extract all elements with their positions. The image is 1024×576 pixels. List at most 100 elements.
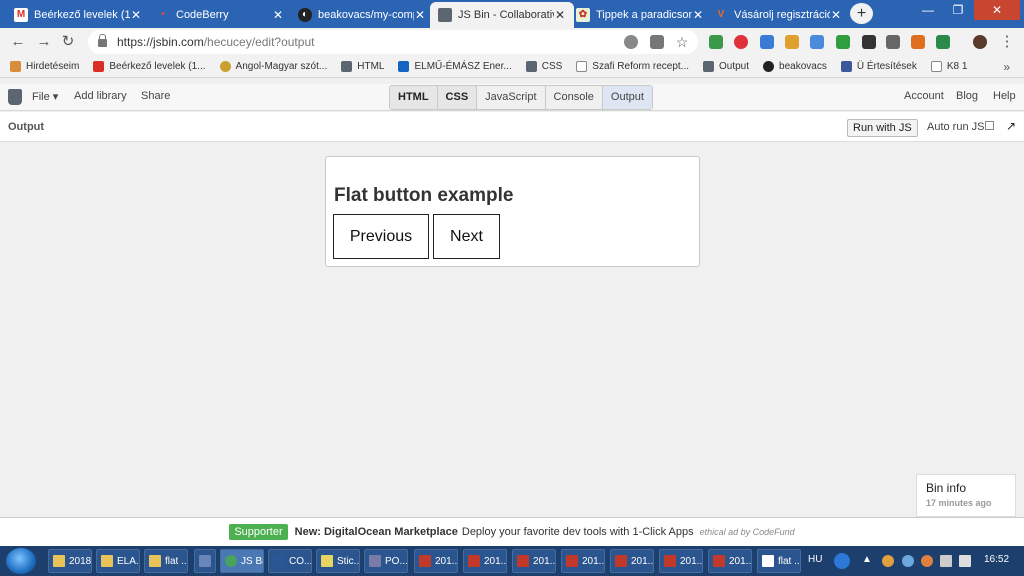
taskbar-item[interactable]: JS Bi...	[220, 549, 264, 573]
extension-icon[interactable]	[911, 35, 925, 49]
supporter-badge[interactable]: Supporter	[229, 524, 288, 540]
pdf-icon	[419, 555, 431, 567]
extension-icon[interactable]	[936, 35, 950, 49]
bookmark-item[interactable]: CSS	[525, 61, 562, 72]
ad-title[interactable]: New: DigitalOcean Marketplace	[295, 526, 458, 538]
back-arrow-icon[interactable]: ←	[8, 32, 28, 52]
tab-jsbin[interactable]: JS Bin - Collaborative ✕	[430, 2, 574, 28]
cookie-icon[interactable]	[624, 35, 638, 49]
clock[interactable]: 16:52	[984, 554, 1009, 565]
taskbar-item[interactable]: 201...	[659, 549, 703, 573]
taskbar-item[interactable]: ELA...	[96, 549, 140, 573]
bookmark-item[interactable]: Beérkező levelek (1...	[93, 61, 206, 72]
github-icon	[763, 61, 775, 72]
network-icon[interactable]	[959, 555, 971, 567]
tab-vasarolj[interactable]: V Vásárolj regisztráció ✕	[706, 2, 850, 28]
bookmark-item[interactable]: ELMŰ-ÉMÁSZ Ener...	[398, 61, 512, 72]
bookmark-item[interactable]: Ü Értesítések	[840, 61, 917, 72]
close-icon[interactable]: ✕	[130, 8, 142, 22]
close-icon[interactable]: ✕	[414, 8, 426, 22]
extension-icon[interactable]	[760, 35, 774, 49]
folder-icon	[149, 555, 161, 567]
file-menu[interactable]: File ▾	[32, 90, 58, 103]
taskbar-item[interactable]: 201...	[463, 549, 507, 573]
forward-arrow-icon[interactable]: →	[34, 32, 54, 52]
start-button[interactable]	[6, 548, 36, 574]
ad-source[interactable]: ethical ad by CodeFund	[700, 527, 795, 537]
panel-output-toggle[interactable]: Output	[602, 86, 652, 109]
tab-github[interactable]: ◐ beakovacs/my-comp ✕	[290, 2, 434, 28]
taskbar-item[interactable]: 2018	[48, 549, 92, 573]
extension-icon[interactable]	[709, 35, 723, 49]
bookmark-star-icon[interactable]: ☆	[672, 32, 692, 52]
previous-button[interactable]: Previous	[333, 214, 429, 259]
close-icon[interactable]: ✕	[830, 8, 842, 22]
blog-link[interactable]: Blog	[956, 90, 978, 102]
tab-paradicsom[interactable]: ✿ Tippek a paradicsom ✕	[568, 2, 712, 28]
help-link[interactable]: Help	[993, 90, 1016, 102]
volume-icon[interactable]	[940, 555, 952, 567]
bookmarks-overflow-button[interactable]: »	[1003, 60, 1010, 74]
add-library-menu[interactable]: Add library	[74, 90, 127, 102]
bookmark-item[interactable]: Angol-Magyar szót...	[219, 61, 327, 72]
profile-avatar[interactable]	[973, 35, 987, 49]
address-bar[interactable]: https://jsbin.com/hecucey/edit?output	[88, 30, 698, 54]
panel-css-toggle[interactable]: CSS	[437, 86, 478, 109]
tab-gmail[interactable]: M Beérkező levelek (12 ✕	[6, 2, 150, 28]
home-icon[interactable]	[785, 35, 799, 49]
bookmark-item[interactable]: Output	[703, 61, 749, 72]
help-icon[interactable]	[834, 553, 850, 569]
account-link[interactable]: Account	[904, 90, 944, 102]
taskbar-item[interactable]	[194, 549, 216, 573]
taskbar-item[interactable]: 201...	[610, 549, 654, 573]
bookmark-item[interactable]: K8 1	[930, 61, 967, 72]
bin-info-panel[interactable]: Bin info 17 minutes ago	[916, 474, 1016, 517]
tray-icon[interactable]	[902, 555, 914, 567]
close-icon[interactable]: ✕	[554, 8, 566, 22]
popout-arrow-icon[interactable]: ↗	[1006, 119, 1016, 133]
extension-icon[interactable]	[734, 35, 748, 49]
share-menu[interactable]: Share	[141, 90, 170, 102]
maximize-button[interactable]: ❐	[944, 0, 972, 20]
minimize-button[interactable]: —	[914, 0, 942, 20]
extension-icon[interactable]	[862, 35, 876, 49]
ad-text[interactable]: Deploy your favorite dev tools with 1-Cl…	[462, 526, 694, 538]
panel-html-toggle[interactable]: HTML	[390, 86, 438, 109]
taskbar-item[interactable]: 201...	[561, 549, 605, 573]
taskbar-item[interactable]: 201...	[414, 549, 458, 573]
jsbin-logo-icon[interactable]	[8, 89, 22, 105]
bookmark-item[interactable]: Hirdetéseim	[10, 61, 79, 72]
panel-javascript-toggle[interactable]: JavaScript	[477, 86, 546, 109]
window-close-button[interactable]: ✕	[974, 0, 1020, 20]
run-with-js-button[interactable]: Run with JS	[847, 119, 918, 137]
menu-dots-icon[interactable]: ⋮	[997, 32, 1017, 52]
close-icon[interactable]: ✕	[272, 8, 284, 22]
taskbar-item[interactable]: Stic...	[316, 549, 360, 573]
taskbar-item[interactable]: PO...	[364, 549, 408, 573]
taskbar-item[interactable]: flat ...	[144, 549, 188, 573]
language-indicator[interactable]: HU	[808, 554, 822, 565]
tab-codeberry[interactable]: • CodeBerry ✕	[148, 2, 292, 28]
tray-icon[interactable]	[921, 555, 933, 567]
taskbar-item[interactable]: flat ...	[757, 549, 801, 573]
taskbar-item[interactable]: CO...	[268, 549, 312, 573]
new-tab-button[interactable]: +	[850, 3, 873, 24]
taskbar-item-label: flat ...	[778, 555, 801, 567]
extension-icon[interactable]	[810, 35, 824, 49]
translate-icon[interactable]	[650, 35, 664, 49]
next-button[interactable]: Next	[433, 214, 500, 259]
extension-icon[interactable]	[886, 35, 900, 49]
bookmark-item[interactable]: Szafi Reform recept...	[576, 61, 689, 72]
reload-icon[interactable]: ↻	[58, 32, 78, 52]
output-preview: Flat button example Previous Next Bin in…	[0, 142, 1024, 517]
tray-expand-icon[interactable]: ▲	[862, 554, 872, 565]
panel-console-toggle[interactable]: Console	[546, 86, 603, 109]
taskbar-item[interactable]: 201...	[512, 549, 556, 573]
close-icon[interactable]: ✕	[692, 8, 704, 22]
bookmark-item[interactable]: HTML	[341, 61, 384, 72]
bookmark-item[interactable]: beakovacs	[763, 61, 827, 72]
taskbar-item[interactable]: 201...	[708, 549, 752, 573]
download-icon[interactable]	[836, 35, 850, 49]
auto-run-checkbox[interactable]	[985, 121, 994, 130]
tray-icon[interactable]	[882, 555, 894, 567]
